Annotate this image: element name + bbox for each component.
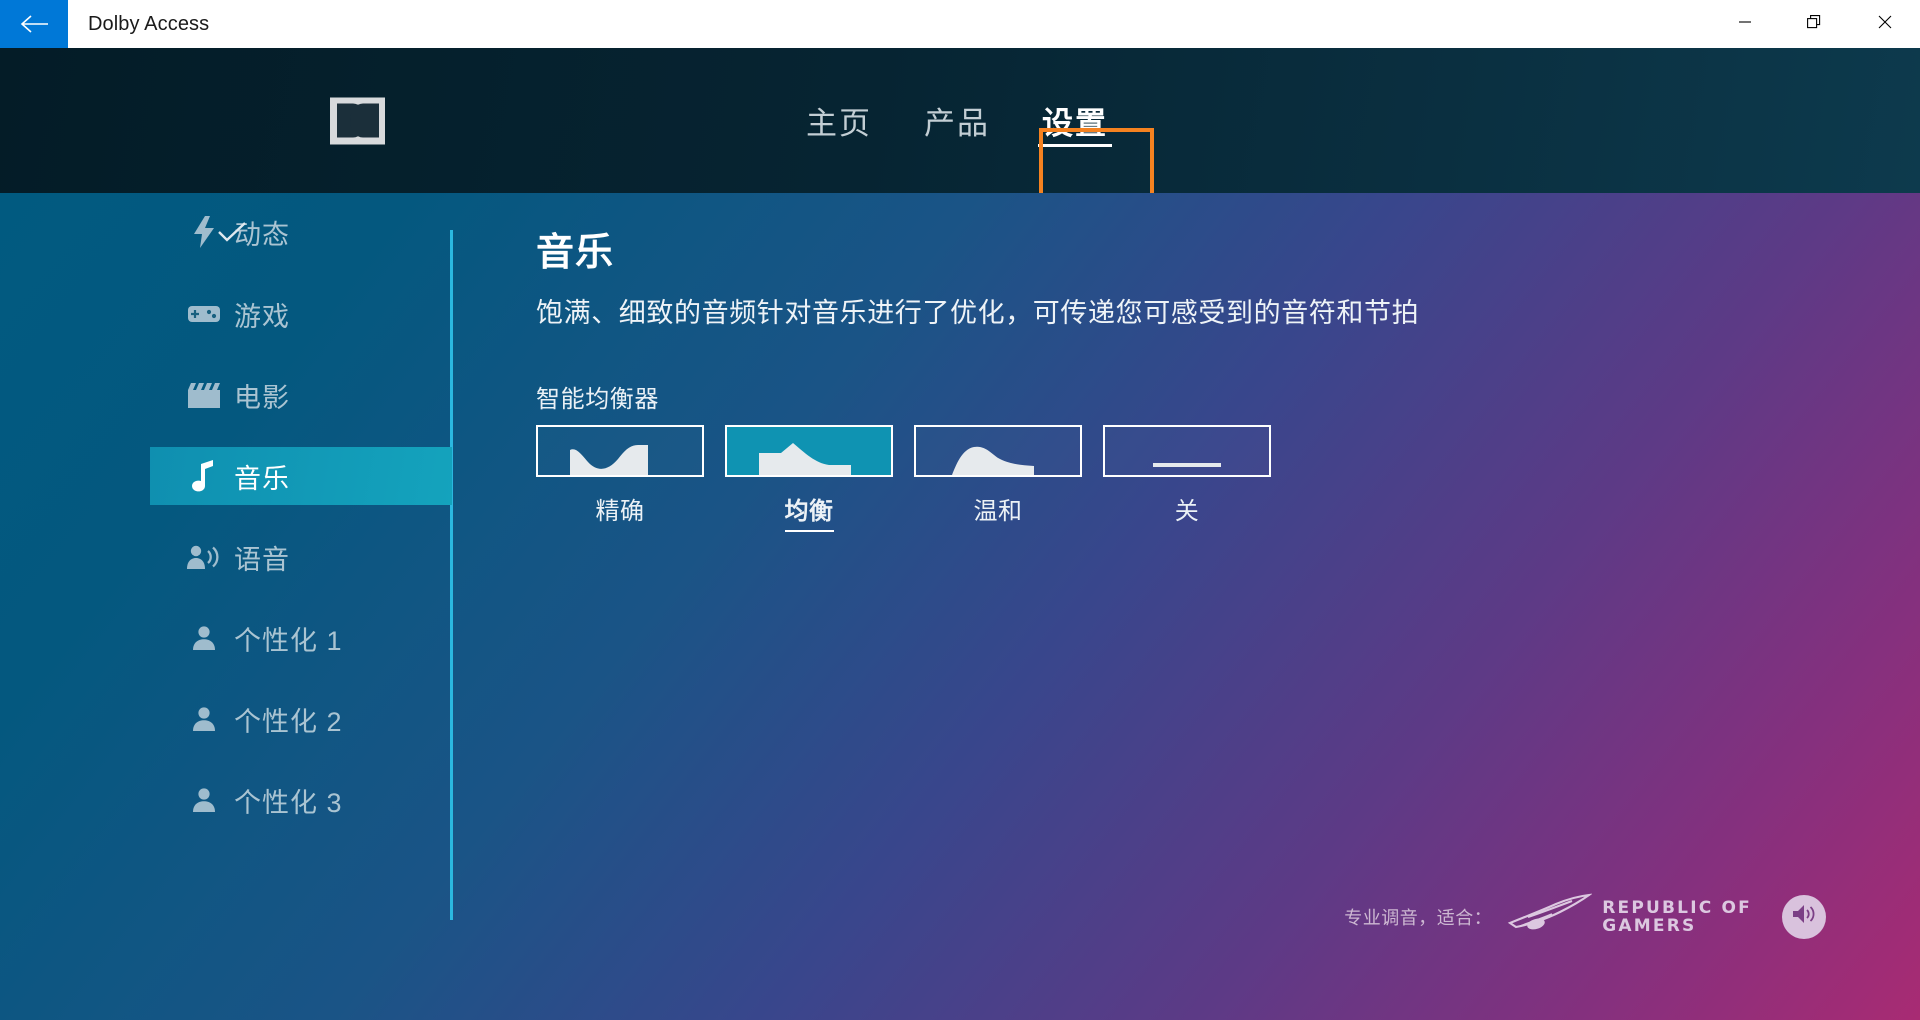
sidebar-item-game[interactable]: 游戏 (150, 285, 452, 343)
equalizer-box-balanced[interactable] (725, 425, 893, 477)
equalizer-section-label: 智能均衡器 (536, 386, 659, 413)
nav-label-products: 产品 (924, 106, 990, 141)
person-icon (187, 702, 221, 736)
main-nav: 主页 产品 设置 (780, 48, 1134, 193)
rog-wordmark: REPUBLIC OF GAMERS (1602, 899, 1752, 935)
page-title: 音乐 (536, 232, 615, 274)
sidebar-item-dynamic[interactable]: 动态 (150, 203, 452, 261)
voice-icon (187, 540, 221, 574)
detailed-curve-icon (570, 441, 670, 475)
balanced-curve-icon (759, 441, 859, 475)
sidebar-label-custom-1: 个性化 1 (234, 625, 343, 656)
sidebar-item-music[interactable]: 音乐 (150, 447, 452, 505)
app-title: Dolby Access (88, 12, 210, 35)
sidebar-item-movie[interactable]: 电影 (150, 366, 452, 424)
warm-curve-icon (948, 441, 1048, 475)
back-arrow-icon (19, 13, 49, 35)
equalizer-options: 精确 均衡 温和 关 (536, 425, 1271, 532)
minimize-icon (1738, 15, 1752, 33)
sidebar-label-custom-3: 个性化 3 (234, 787, 343, 818)
nav-item-products[interactable]: 产品 (898, 88, 1016, 153)
music-note-icon (187, 459, 221, 493)
sidebar-label-voice: 语音 (234, 544, 290, 575)
sidebar-item-custom-2[interactable]: 个性化 2 (150, 690, 452, 748)
title-bar: Dolby Access (0, 0, 1920, 48)
equalizer-label-off: 关 (1174, 498, 1200, 525)
back-button[interactable] (0, 0, 68, 48)
speaker-icon (1791, 903, 1817, 930)
app-header: 主页 产品 设置 (0, 48, 1920, 200)
profile-sidebar: 动态 游戏 电影 音乐 语音 个性化 1 个性化 2 个性化 3 (0, 193, 453, 1020)
sidebar-item-custom-1[interactable]: 个性化 1 (150, 609, 452, 667)
sidebar-label-custom-2: 个性化 2 (234, 706, 343, 737)
person-icon (187, 783, 221, 817)
sidebar-label-movie: 电影 (234, 382, 290, 413)
clapperboard-icon (187, 378, 221, 412)
restore-icon (1807, 14, 1823, 34)
dolby-access-window: Dolby Access 主页 产品 设置 动态 游戏 电影 音乐 语音 个性化… (0, 0, 1920, 1020)
tuned-by-label: 专业调音，适合： (1344, 907, 1493, 928)
close-button[interactable] (1850, 0, 1920, 48)
rog-word-line2: GAMERS (1602, 915, 1697, 936)
equalizer-box-warm[interactable] (914, 425, 1082, 477)
minimize-button[interactable] (1710, 0, 1780, 48)
equalizer-label-detailed: 精确 (595, 498, 645, 525)
sound-preview-button[interactable] (1782, 894, 1826, 939)
equalizer-label-balanced: 均衡 (784, 491, 834, 532)
equalizer-label-warm: 温和 (973, 498, 1023, 525)
rog-logo: REPUBLIC OF GAMERS (1506, 893, 1752, 940)
sidebar-item-custom-3[interactable]: 个性化 3 (150, 771, 452, 829)
sidebar-label-game: 游戏 (234, 301, 290, 332)
restore-button[interactable] (1780, 0, 1850, 48)
nav-active-underline (1038, 144, 1112, 147)
equalizer-option-detailed[interactable]: 精确 (536, 425, 704, 530)
sidebar-label-dynamic: 动态 (234, 219, 290, 250)
nav-label-settings: 设置 (1042, 106, 1108, 141)
content-area: 动态 游戏 电影 音乐 语音 个性化 1 个性化 2 个性化 3 音乐 饱满、细… (0, 193, 1920, 1020)
dolby-double-d-logo (330, 97, 385, 144)
equalizer-option-balanced[interactable]: 均衡 (725, 425, 893, 532)
sidebar-item-voice[interactable]: 语音 (150, 528, 452, 586)
equalizer-option-warm[interactable]: 温和 (914, 425, 1082, 530)
sidebar-label-music: 音乐 (234, 463, 290, 494)
rog-eye-logo (1506, 893, 1594, 940)
rog-word-line1: REPUBLIC OF (1602, 897, 1752, 918)
nav-item-home[interactable]: 主页 (780, 88, 898, 153)
flat-line-icon (1137, 441, 1237, 475)
window-controls (1710, 0, 1920, 48)
gamepad-icon (187, 297, 221, 331)
active-profile-check-icon (215, 203, 249, 261)
nav-item-settings[interactable]: 设置 (1016, 88, 1134, 153)
branding-bar: 专业调音，适合： REPUBLIC OF GAMERS (1344, 893, 1826, 940)
equalizer-option-off[interactable]: 关 (1103, 425, 1271, 530)
equalizer-box-off[interactable] (1103, 425, 1271, 477)
nav-label-home: 主页 (806, 106, 872, 141)
close-icon (1878, 15, 1892, 34)
equalizer-box-detailed[interactable] (536, 425, 704, 477)
person-icon (187, 621, 221, 655)
page-description: 饱满、细致的音频针对音乐进行了优化，可传递您可感受到的音符和节拍 (536, 298, 1420, 328)
